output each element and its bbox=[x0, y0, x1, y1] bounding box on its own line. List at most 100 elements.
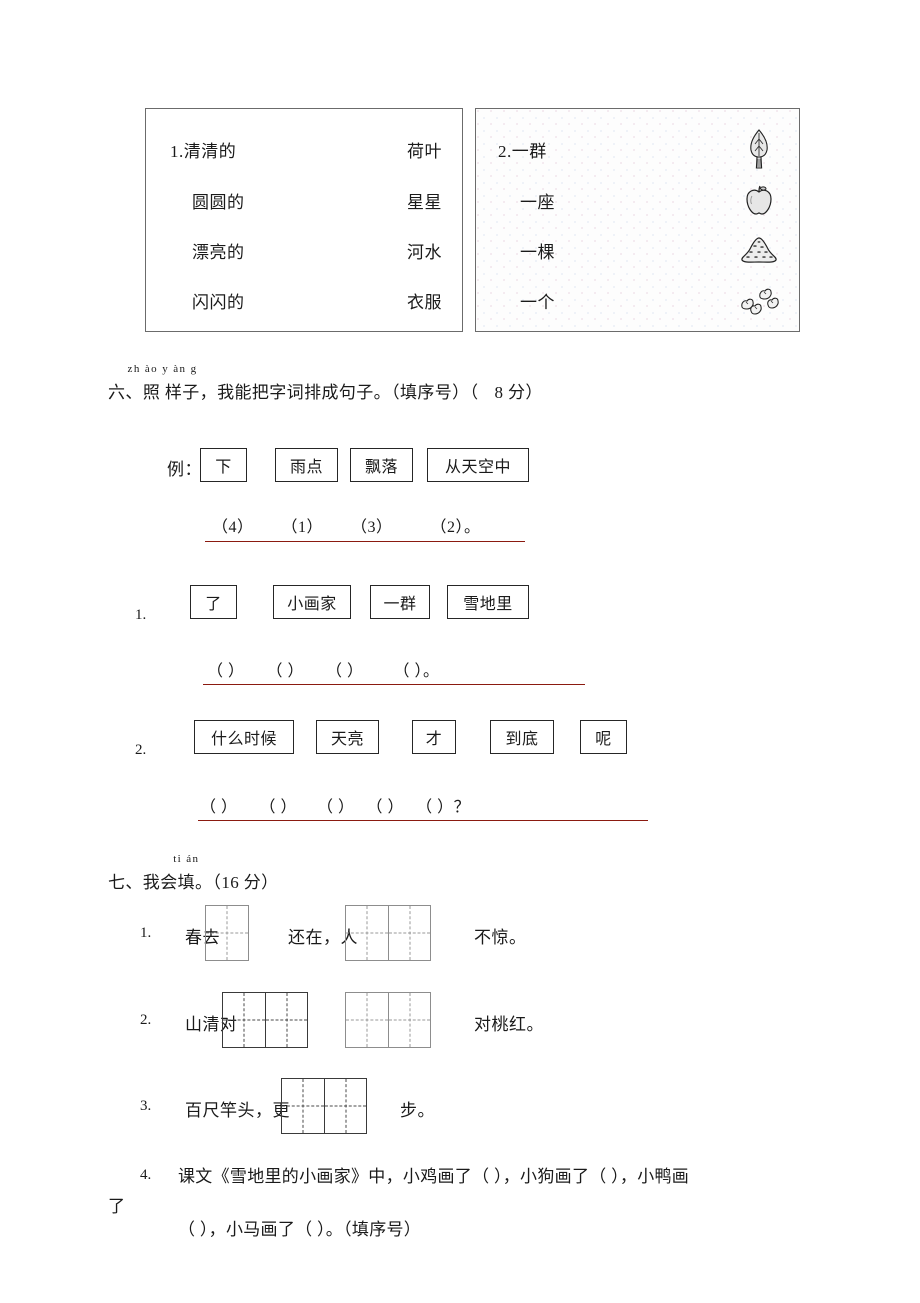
example-word-box[interactable]: 雨点 bbox=[275, 448, 338, 482]
fill-item-4-line-2: 了 bbox=[108, 1197, 126, 1216]
example-label: 例： bbox=[167, 460, 202, 479]
tianzige-cell[interactable] bbox=[388, 993, 430, 1047]
birds-icon bbox=[737, 277, 781, 323]
match-left-label: 2.一群 bbox=[498, 141, 547, 161]
q2-answer-blank[interactable]: （ ） bbox=[260, 793, 298, 817]
q1-answer-blank[interactable]: （ ） bbox=[207, 657, 245, 681]
section-7-title-rest: 。（16 分） bbox=[195, 873, 279, 892]
tianzige-cell[interactable] bbox=[346, 993, 388, 1047]
match-row[interactable]: 闪闪的 衣服 bbox=[146, 287, 462, 313]
example-answer: （3） bbox=[351, 519, 393, 536]
q1-word-box[interactable]: 雪地里 bbox=[447, 585, 529, 619]
question-number: 1. bbox=[135, 607, 147, 623]
tianzige-grid[interactable] bbox=[222, 992, 308, 1048]
tianzige-cell[interactable] bbox=[388, 906, 430, 960]
q2-answer-blank[interactable]: （ ） bbox=[367, 793, 405, 817]
fill-item-4-continued: （ ），小马画了（ ）。（填序号） bbox=[178, 1215, 421, 1245]
q1-word-box[interactable]: 一群 bbox=[370, 585, 430, 619]
match-right-label: 河水 bbox=[407, 242, 442, 262]
q2-answer-blank[interactable]: （ ）？ bbox=[416, 793, 470, 817]
tianzige-grid[interactable] bbox=[205, 905, 249, 961]
match-right-label: 衣服 bbox=[407, 292, 442, 312]
example-word-box[interactable]: 从天空中 bbox=[427, 448, 529, 482]
fill-item-3-text-a: 百尺竿头，更 bbox=[185, 1101, 290, 1120]
example-answer: （4） bbox=[212, 519, 254, 536]
q2-answer-blank[interactable]: （ ） bbox=[200, 793, 238, 817]
q1-answer-underline bbox=[203, 684, 585, 685]
tianzige-cell[interactable] bbox=[282, 1079, 324, 1133]
match-row[interactable]: 圆圆的 星星 bbox=[146, 187, 462, 213]
match-right-label: 荷叶 bbox=[407, 141, 442, 161]
match-row[interactable]: 2.一群 bbox=[476, 129, 799, 169]
match-row[interactable]: 一棵 bbox=[476, 237, 799, 263]
section-6-pinyin: zh ào y àn g bbox=[127, 363, 198, 375]
section-6-title-rest: 子，我能把字词排成句子。（填序号）（ bbox=[182, 383, 479, 402]
fill-item-4-text: 课文《雪地里的小画家》中，小鸡画了（ ），小狗画了（ ），小鸭画 bbox=[178, 1162, 689, 1192]
fill-item-4-line-1[interactable]: 课文《雪地里的小画家》中，小鸡画了（ ），小狗画了（ ），小鸭画 bbox=[178, 1162, 689, 1192]
match-left-label: 闪闪的 bbox=[192, 292, 245, 312]
section-7-ruby: ti án 填 bbox=[173, 853, 198, 893]
q2-word-box[interactable]: 到底 bbox=[490, 720, 554, 754]
match-row[interactable]: 一个 bbox=[476, 287, 799, 315]
q2-answer-row[interactable]: （ ） （ ） （ ） （ ） （ ）？ bbox=[200, 793, 470, 817]
match-box-1-number: 1. bbox=[170, 141, 184, 161]
match-left-label: 圆圆的 bbox=[192, 192, 245, 212]
match-row[interactable]: 漂亮的 河水 bbox=[146, 237, 462, 263]
tianzige-cell[interactable] bbox=[346, 906, 388, 960]
fill-item-number: 2. bbox=[140, 1012, 152, 1028]
example-answer-underline bbox=[205, 541, 525, 542]
matching-box-1: 1.清清的 荷叶 圆圆的 星星 漂亮的 河水 闪闪的 衣服 bbox=[145, 108, 463, 332]
match-row[interactable]: 1.清清的 荷叶 bbox=[146, 136, 462, 162]
section-6-score-close: ） bbox=[525, 383, 543, 402]
q1-answer-blank[interactable]: （ ） bbox=[267, 657, 305, 681]
example-answer-row: （4） （1） （3） （2）。 bbox=[212, 513, 481, 537]
tianzige-cell[interactable] bbox=[206, 906, 248, 960]
fill-item-number: 1. bbox=[140, 925, 152, 941]
q2-answer-underline bbox=[198, 820, 648, 821]
match-left-label: 一棵 bbox=[520, 242, 555, 262]
section-7-title-char: 填 bbox=[177, 873, 196, 892]
fill-item-4-line-3[interactable]: （ ），小马画了（ ）。（填序号） bbox=[178, 1215, 421, 1245]
q1-word-box[interactable]: 了 bbox=[190, 585, 237, 619]
q1-answer-blank[interactable]: （ ） bbox=[326, 657, 364, 681]
example-answer: （1） bbox=[281, 519, 324, 536]
fill-item-number: 4. bbox=[140, 1167, 152, 1183]
fill-item-2-text-c: 对桃红。 bbox=[474, 1015, 544, 1034]
tianzige-grid[interactable] bbox=[345, 905, 431, 961]
section-6-title-chars: 照 样 bbox=[142, 383, 183, 402]
fill-item-1-text-c: 不惊。 bbox=[474, 928, 527, 947]
apple-icon bbox=[737, 177, 781, 223]
example-word-box[interactable]: 飘落 bbox=[350, 448, 413, 482]
match-left-label: 漂亮的 bbox=[192, 242, 245, 262]
section-7-number: 七、我会 bbox=[108, 873, 178, 892]
tianzige-cell[interactable] bbox=[265, 993, 307, 1047]
match-left-label: 一座 bbox=[520, 192, 555, 212]
q1-word-box[interactable]: 小画家 bbox=[273, 585, 351, 619]
question-number: 2. bbox=[135, 742, 147, 758]
example-word-box[interactable]: 下 bbox=[200, 448, 247, 482]
fill-item-number: 3. bbox=[140, 1098, 152, 1114]
example-answer: （2）。 bbox=[430, 519, 481, 536]
q1-answer-blank[interactable]: （ ）。 bbox=[394, 657, 440, 681]
q1-answer-row[interactable]: （ ） （ ） （ ） （ ）。 bbox=[207, 657, 440, 681]
tree-icon bbox=[737, 126, 781, 172]
tianzige-cell[interactable] bbox=[223, 993, 265, 1047]
tianzige-grid[interactable] bbox=[281, 1078, 367, 1134]
q2-word-box[interactable]: 天亮 bbox=[316, 720, 379, 754]
section-6-number: 六、 bbox=[108, 383, 143, 402]
q2-word-box[interactable]: 呢 bbox=[580, 720, 627, 754]
q2-answer-blank[interactable]: （ ） bbox=[317, 793, 355, 817]
fill-item-3-text-c: 步。 bbox=[400, 1101, 435, 1120]
section-6-score: 8 分 bbox=[494, 383, 526, 402]
tianzige-cell[interactable] bbox=[324, 1079, 366, 1133]
tianzige-grid[interactable] bbox=[345, 992, 431, 1048]
q2-word-box[interactable]: 什么时候 bbox=[194, 720, 294, 754]
fill-item-4-wrap: 了 bbox=[108, 1192, 125, 1222]
matching-box-2: 2.一群 一座 一棵 一个 bbox=[475, 108, 800, 332]
match-row[interactable]: 一座 bbox=[476, 185, 799, 215]
section-7-pinyin: ti án bbox=[173, 853, 200, 865]
q2-word-box[interactable]: 才 bbox=[412, 720, 456, 754]
section-6-heading: 六、 zh ào y àn g 照 样子，我能把字词排成句子。（填序号）（ 8 分） bbox=[108, 363, 543, 403]
section-7-heading: 七、我会 ti án 填。（16 分） bbox=[108, 853, 279, 893]
match-right-label: 星星 bbox=[407, 192, 442, 212]
